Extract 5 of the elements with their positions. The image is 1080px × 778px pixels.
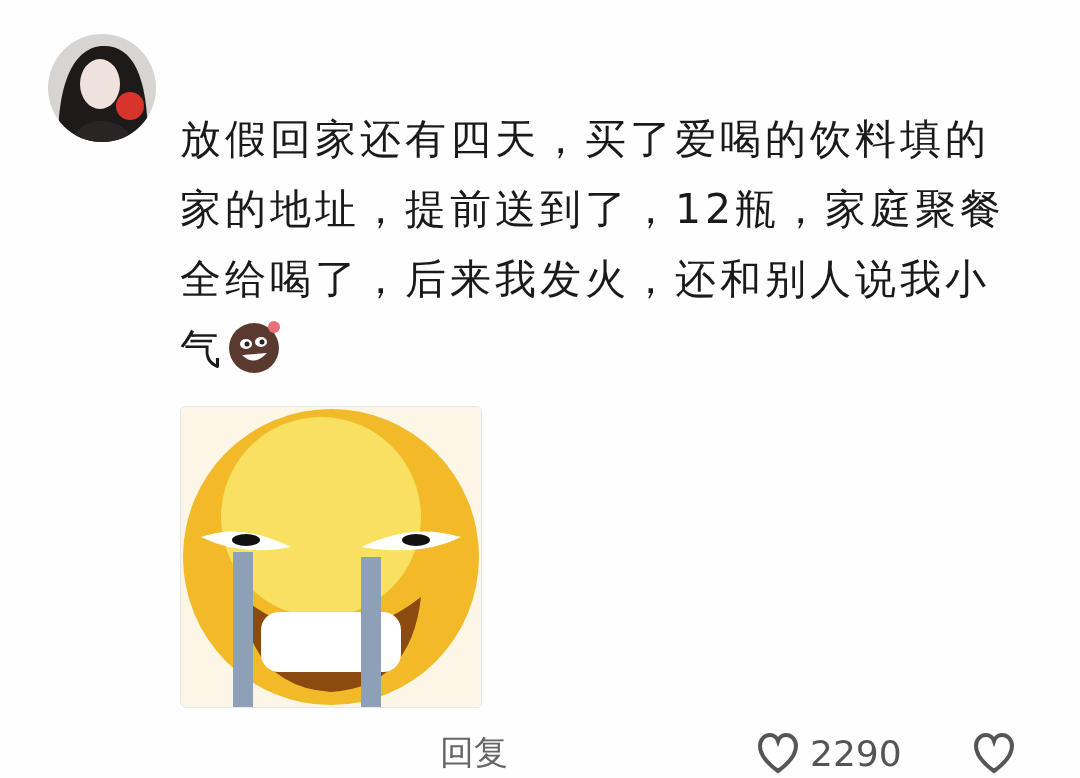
comment-text: 放假回家还有四天，买了爱喝的饮料填的家的地址，提前送到了，12瓶，家庭聚餐全给喝了，后来我发火，还和别人说我小气	[180, 114, 1007, 377]
heart-icon[interactable]	[756, 731, 800, 775]
like-count: 2290	[810, 732, 902, 774]
reply-button[interactable]: 回复	[440, 730, 508, 776]
heart-icon[interactable]	[971, 731, 1016, 775]
